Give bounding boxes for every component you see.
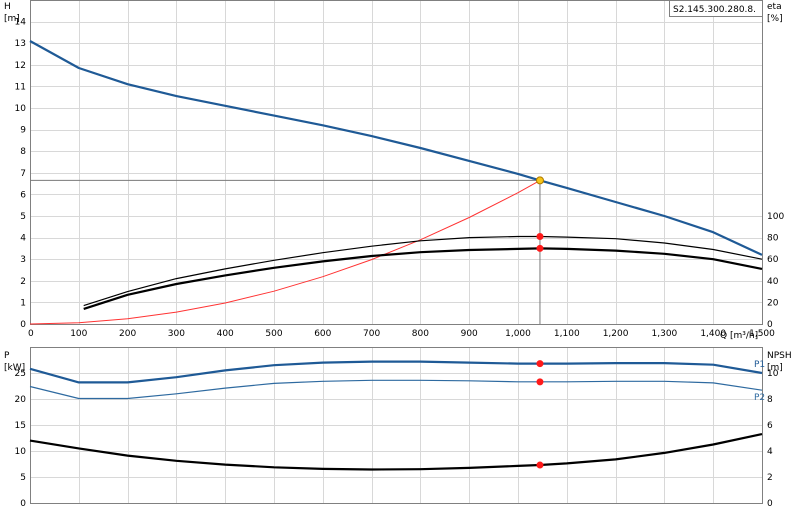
p1-curve [29, 360, 763, 384]
right-y-tick-label: 4 [767, 447, 773, 457]
right-y-tick-label: 6 [767, 421, 773, 431]
head-axis-label: H [4, 2, 11, 12]
duty-marker [536, 461, 544, 469]
flow-axis-label: Q [m³/h] [720, 331, 758, 341]
x-tick-label: 0 [28, 329, 34, 339]
left-y-tick-label: 8 [20, 147, 26, 157]
npsh-axis-unit: [m] [767, 363, 783, 373]
p1-series-label: P1 [754, 360, 765, 370]
efficiency-axis-label: eta [767, 2, 782, 12]
duty-marker [536, 360, 544, 368]
duty-marker [536, 244, 544, 252]
right-y-tick-label: 100 [767, 212, 784, 222]
left-y-tick-label: 10 [15, 104, 27, 114]
right-y-tick-label: 80 [767, 234, 779, 244]
right-y-tick-label: 2 [767, 473, 773, 483]
left-y-tick-label: 10 [15, 447, 27, 457]
x-tick-label: 200 [119, 329, 136, 339]
x-tick-label: 1,100 [554, 329, 580, 339]
left-y-tick-label: 3 [20, 255, 26, 265]
x-tick-label: 800 [412, 329, 429, 339]
left-y-tick-label: 1 [20, 298, 26, 308]
duty-marker [536, 378, 544, 386]
head-efficiency-plot-frame [30, 0, 763, 325]
x-tick-label: 300 [168, 329, 185, 339]
left-y-tick-label: 15 [15, 421, 26, 431]
power-axis-unit: [kW] [4, 363, 25, 373]
x-tick-label: 400 [217, 329, 234, 339]
left-y-tick-label: 2 [20, 277, 26, 287]
x-tick-label: 1,000 [505, 329, 531, 339]
left-y-tick-label: 7 [20, 169, 26, 179]
x-tick-label: 1,200 [603, 329, 629, 339]
x-tick-label: 1,300 [652, 329, 678, 339]
left-y-tick-label: 20 [15, 395, 27, 405]
eta-lower-curve [83, 247, 763, 310]
left-y-tick-label: 12 [15, 61, 26, 71]
x-tick-label: 600 [314, 329, 331, 339]
head-curve [29, 40, 763, 256]
head-axis-unit: [m] [4, 14, 20, 24]
power-npsh-gridlines [30, 347, 763, 504]
p2-series-label: P2 [754, 393, 765, 403]
right-y-tick-label: 40 [767, 277, 779, 287]
left-y-tick-label: 5 [20, 473, 26, 483]
efficiency-axis-unit: [%] [767, 14, 783, 24]
x-tick-label: 700 [363, 329, 380, 339]
head-efficiency-gridlines [30, 0, 763, 325]
eta-upper-curve [83, 235, 763, 307]
x-tick-label: 100 [70, 329, 87, 339]
x-tick-label: 900 [461, 329, 478, 339]
axis-tick-labels: 012345678910111213140204060801000 100 200 3… [15, 18, 785, 509]
left-y-tick-label: 4 [20, 234, 26, 244]
duty-head-marker [535, 176, 544, 185]
power-axis-label: P [4, 351, 10, 361]
right-y-tick-label: 8 [767, 395, 773, 405]
left-y-tick-label: 6 [20, 190, 26, 200]
left-y-tick-label: 0 [20, 499, 26, 509]
pump-id-label: S2.145.300.280.8. [673, 5, 756, 15]
npsh-axis-label: NPSH [767, 351, 792, 361]
pump-performance-chart: P1P2 012345678910111213140204060801000 10… [4, 0, 792, 509]
left-y-tick-label: 11 [15, 82, 26, 92]
right-y-tick-label: 0 [767, 499, 773, 509]
left-y-tick-label: 5 [20, 212, 26, 222]
left-y-tick-label: 13 [15, 39, 26, 49]
power-npsh-series: P1 P2 [29, 360, 765, 471]
x-tick-label: 500 [265, 329, 282, 339]
right-y-tick-label: 60 [767, 255, 779, 265]
right-y-tick-label: 20 [767, 298, 779, 308]
left-y-tick-label: 0 [20, 320, 26, 330]
p2-curve [29, 379, 763, 400]
left-y-tick-label: 9 [20, 126, 26, 136]
duty-marker [536, 233, 544, 241]
